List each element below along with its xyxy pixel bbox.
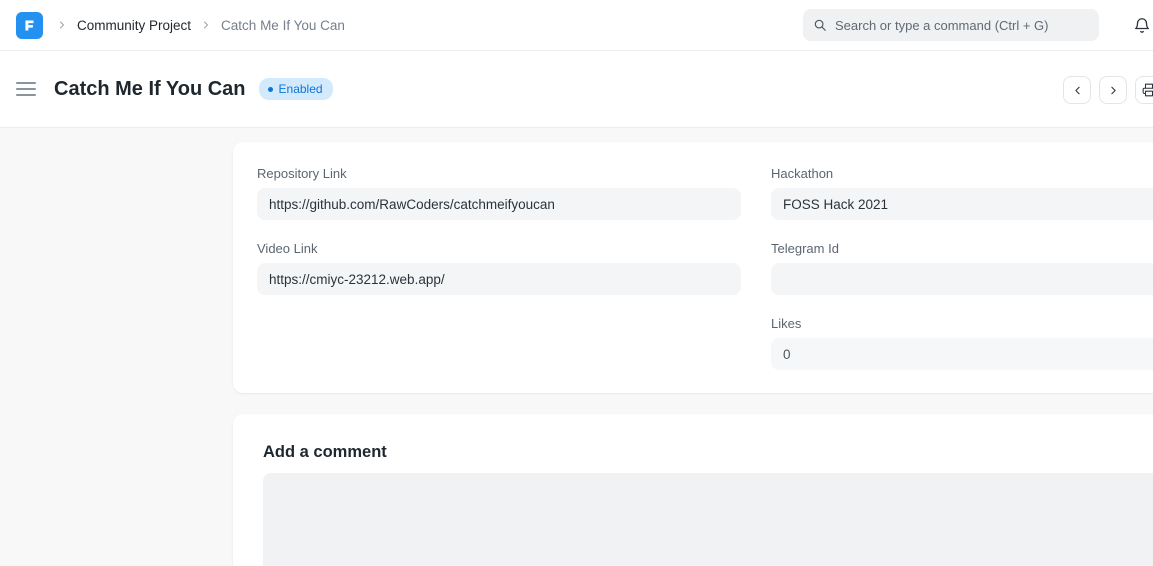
status-badge: Enabled: [259, 78, 333, 100]
status-dot-icon: [268, 87, 273, 92]
field-repository-link: Repository Link: [257, 166, 741, 220]
field-label: Telegram Id: [771, 241, 1153, 256]
field-likes: Likes: [771, 316, 1153, 370]
printer-icon: [1142, 83, 1153, 97]
page-header: Catch Me If You Can Enabled: [0, 51, 1153, 128]
field-label: Repository Link: [257, 166, 741, 181]
field-label: Video Link: [257, 241, 741, 256]
next-document-button[interactable]: [1099, 76, 1127, 104]
notifications-button[interactable]: [1132, 14, 1152, 36]
field-hackathon: Hackathon: [771, 166, 1153, 220]
breadcrumb-item-community-project[interactable]: Community Project: [77, 18, 191, 33]
header-actions: [1063, 76, 1153, 104]
bell-icon: [1133, 16, 1151, 35]
chevron-right-icon: [1107, 84, 1120, 97]
chevron-right-icon: [56, 19, 68, 31]
hamburger-icon: [16, 88, 36, 90]
chevron-right-icon: [200, 19, 212, 31]
global-search[interactable]: [803, 9, 1099, 41]
form-grid: Repository Link Video Link Hackathon Tel: [257, 166, 1153, 391]
field-video-link: Video Link: [257, 241, 741, 295]
main-content: Repository Link Video Link Hackathon Tel: [0, 128, 1153, 566]
form-right-column: Hackathon Telegram Id Likes: [771, 166, 1153, 391]
search-input[interactable]: [835, 18, 1089, 33]
hamburger-icon: [16, 82, 36, 84]
print-button[interactable]: [1135, 76, 1153, 104]
app-window: Community Project Catch Me If You Can: [0, 0, 1153, 566]
app-logo[interactable]: [16, 12, 43, 39]
add-comment-heading: Add a comment: [263, 443, 1153, 462]
search-icon: [813, 18, 827, 32]
video-link-input[interactable]: [257, 263, 741, 295]
details-form-card: Repository Link Video Link Hackathon Tel: [233, 142, 1153, 393]
status-badge-label: Enabled: [279, 83, 323, 95]
field-label: Hackathon: [771, 166, 1153, 181]
top-navbar: Community Project Catch Me If You Can: [0, 0, 1153, 51]
frappe-logo-icon: [22, 18, 37, 33]
previous-document-button[interactable]: [1063, 76, 1091, 104]
sidebar-toggle-button[interactable]: [16, 82, 36, 96]
hackathon-input[interactable]: [771, 188, 1153, 220]
comment-input[interactable]: [263, 473, 1153, 566]
page-title: Catch Me If You Can: [54, 78, 246, 101]
breadcrumb-item-current: Catch Me If You Can: [221, 18, 345, 33]
repository-link-input[interactable]: [257, 188, 741, 220]
navbar-right: [803, 9, 1151, 41]
comment-card: Add a comment: [233, 414, 1153, 566]
likes-input[interactable]: [771, 338, 1153, 370]
hamburger-icon: [16, 94, 36, 96]
chevron-left-icon: [1071, 84, 1084, 97]
breadcrumb: Community Project Catch Me If You Can: [56, 18, 345, 33]
form-left-column: Repository Link Video Link: [257, 166, 741, 391]
field-telegram-id: Telegram Id: [771, 241, 1153, 295]
telegram-id-input[interactable]: [771, 263, 1153, 295]
field-label: Likes: [771, 316, 1153, 331]
